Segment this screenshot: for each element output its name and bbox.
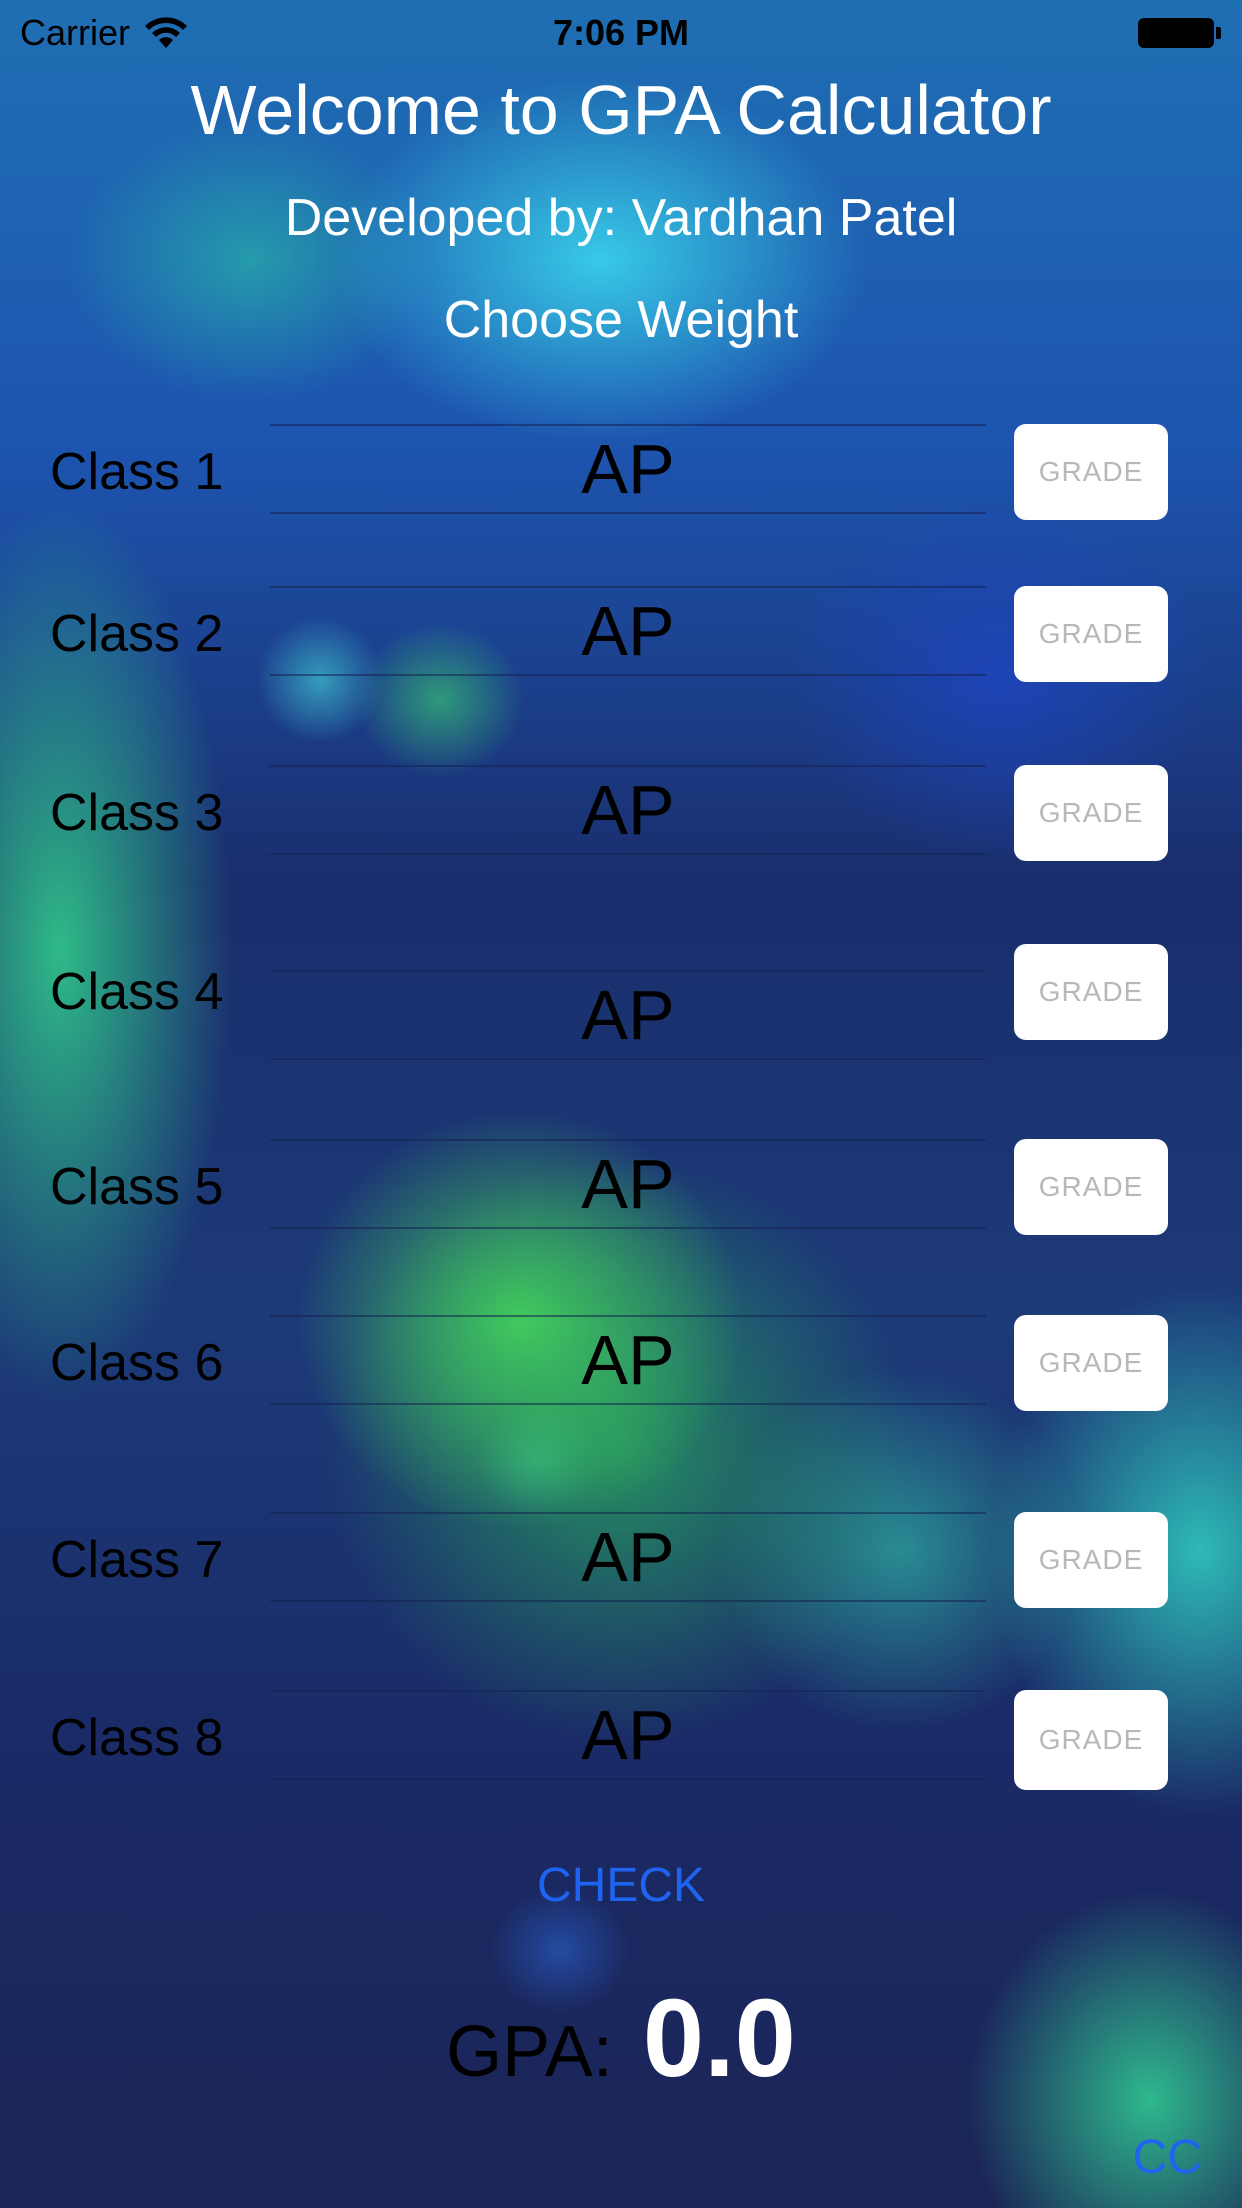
class-row-6: Class 6 AP GRADE bbox=[0, 1315, 1242, 1411]
class-label: Class 8 bbox=[50, 1709, 224, 1767]
class-row-3: Class 3 AP GRADE bbox=[0, 765, 1242, 861]
grade-input[interactable]: GRADE bbox=[1014, 1512, 1168, 1608]
class-row-1: Class 1 AP GRADE bbox=[0, 424, 1242, 520]
grade-input[interactable]: GRADE bbox=[1014, 1690, 1168, 1790]
weight-picker[interactable]: AP bbox=[270, 1315, 986, 1405]
class-row-8: Class 8 AP GRADE bbox=[0, 1690, 1242, 1790]
class-label: Class 2 bbox=[50, 605, 224, 663]
class-list: Class 1 AP GRADE Class 2 AP GRADE Class … bbox=[0, 0, 1242, 1800]
class-label: Class 7 bbox=[50, 1531, 224, 1589]
gpa-value: 0.0 bbox=[642, 1977, 796, 2100]
class-label: Class 4 bbox=[50, 963, 224, 1021]
weight-picker[interactable]: AP bbox=[270, 1512, 986, 1602]
check-button[interactable]: CHECK bbox=[0, 1858, 1242, 1913]
class-label: Class 1 bbox=[50, 443, 224, 501]
weight-picker[interactable]: AP bbox=[270, 424, 986, 514]
gpa-label: GPA: bbox=[446, 2012, 613, 2092]
weight-picker[interactable]: AP bbox=[270, 1690, 986, 1780]
grade-input[interactable]: GRADE bbox=[1014, 1139, 1168, 1235]
grade-input[interactable]: GRADE bbox=[1014, 1315, 1168, 1411]
class-row-7: Class 7 AP GRADE bbox=[0, 1512, 1242, 1608]
grade-input[interactable]: GRADE bbox=[1014, 586, 1168, 682]
class-label: Class 5 bbox=[50, 1158, 224, 1216]
class-label: Class 6 bbox=[50, 1334, 224, 1392]
gpa-result: GPA: 0.0 bbox=[0, 1975, 1242, 2102]
class-row-5: Class 5 AP GRADE bbox=[0, 1139, 1242, 1235]
grade-input[interactable]: GRADE bbox=[1014, 944, 1168, 1040]
class-row-2: Class 2 AP GRADE bbox=[0, 586, 1242, 682]
weight-picker[interactable]: AP bbox=[270, 1139, 986, 1229]
grade-input[interactable]: GRADE bbox=[1014, 424, 1168, 520]
weight-picker[interactable]: AP bbox=[270, 765, 986, 855]
grade-input[interactable]: GRADE bbox=[1014, 765, 1168, 861]
class-label: Class 3 bbox=[50, 784, 224, 842]
weight-picker[interactable]: AP bbox=[270, 586, 986, 676]
class-row-4: Class 4 AP GRADE bbox=[0, 944, 1242, 1060]
weight-picker[interactable]: AP bbox=[270, 970, 986, 1060]
cc-button[interactable]: CC bbox=[1133, 2130, 1202, 2185]
